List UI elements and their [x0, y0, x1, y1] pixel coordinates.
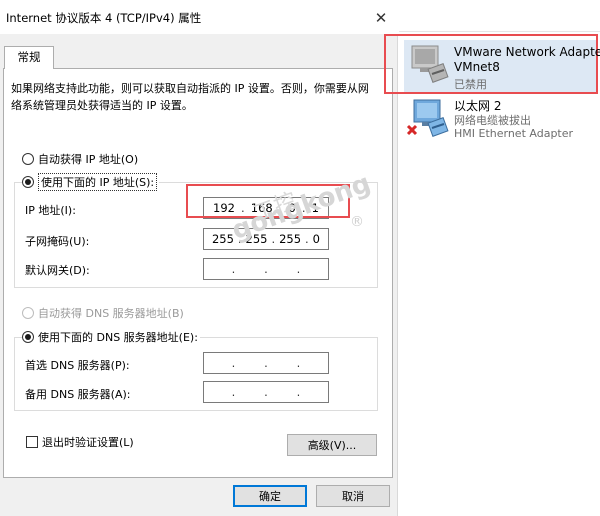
radio-manual-ip-label: 使用下面的 IP 地址(S): — [38, 173, 158, 191]
radio-manual-ip[interactable]: 使用下面的 IP 地址(S): — [22, 173, 160, 191]
alternate-dns-label: 备用 DNS 服务器(A): — [25, 388, 131, 401]
adapter-ethernet2-device: HMI Ethernet Adapter — [454, 127, 574, 140]
default-gateway-label: 默认网关(D): — [25, 264, 90, 277]
radio-auto-ip[interactable]: 自动获得 IP 地址(O) — [22, 151, 138, 167]
description-text: 如果网络支持此功能，则可以获取自动指派的 IP 设置。否则，你需要从网 络系统管… — [11, 82, 369, 112]
default-gateway-input[interactable]: . . . — [203, 258, 329, 280]
validate-checkbox-box[interactable] — [26, 436, 38, 448]
radio-manual-dns-circle[interactable] — [22, 331, 34, 343]
validate-checkbox-label: 退出时验证设置(L) — [42, 436, 134, 449]
dialog-titlebar: Internet 协议版本 4 (TCP/IPv4) 属性 ✕ — [0, 0, 398, 34]
adapter-vmnet8-name2: VMnet8 — [454, 60, 500, 74]
radio-auto-ip-label: 自动获得 IP 地址(O) — [38, 153, 139, 166]
radio-auto-ip-circle[interactable] — [22, 153, 34, 165]
subnet-octet-3: 255 — [279, 232, 302, 246]
close-button[interactable]: ✕ — [372, 9, 390, 27]
watermark-registered: ® — [350, 214, 364, 230]
subnet-mask-label: 子网掩码(U): — [25, 235, 90, 248]
radio-manual-ip-circle[interactable] — [22, 176, 34, 188]
ip-address-label: IP 地址(I): — [25, 204, 76, 217]
subnet-octet-4: 0 — [312, 232, 320, 246]
radio-manual-dns-label: 使用下面的 DNS 服务器地址(E): — [38, 331, 198, 344]
advanced-button[interactable]: 高级(V)... — [287, 434, 377, 456]
adapter-ethernet2-status: 网络电缆被拔出 — [454, 114, 531, 127]
tab-general[interactable]: 常规 — [4, 46, 54, 69]
adapter-vmnet8-status: 已禁用 — [454, 78, 487, 91]
radio-auto-dns-circle — [22, 307, 34, 319]
panel-divider — [399, 31, 600, 32]
cancel-button[interactable]: 取消 — [316, 485, 390, 507]
adapter-vmnet8-name: VMware Network Adapter — [454, 45, 600, 59]
dialog-title: Internet 协议版本 4 (TCP/IPv4) 属性 — [6, 11, 202, 25]
network-adapter-icon — [406, 99, 449, 137]
alternate-dns-input[interactable]: . . . — [203, 381, 329, 403]
radio-auto-dns-label: 自动获得 DNS 服务器地址(B) — [38, 307, 184, 320]
ok-button[interactable]: 确定 — [233, 485, 307, 507]
preferred-dns-label: 首选 DNS 服务器(P): — [25, 359, 130, 372]
preferred-dns-input[interactable]: . . . — [203, 352, 329, 374]
validate-on-exit-checkbox[interactable]: 退出时验证设置(L) — [26, 434, 134, 450]
radio-auto-dns: 自动获得 DNS 服务器地址(B) — [22, 305, 184, 321]
radio-manual-dns[interactable]: 使用下面的 DNS 服务器地址(E): — [22, 329, 200, 345]
network-adapter-icon — [411, 45, 449, 83]
subnet-octet-1: 255 — [211, 232, 234, 246]
